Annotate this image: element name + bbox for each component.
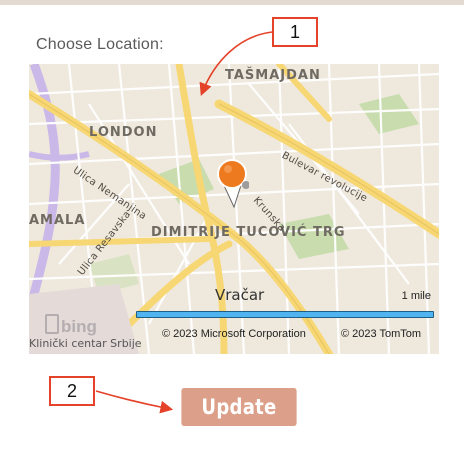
copyright-microsoft: © 2023 Microsoft Corporation xyxy=(162,328,306,340)
copyright-tomtom: © 2023 TomTom xyxy=(341,328,422,340)
annotation-callout-1: 1 xyxy=(272,17,318,47)
bing-logo-icon: bing xyxy=(45,314,97,337)
district-label-vracar: Vračar xyxy=(215,286,265,304)
poi-label-klinicki: Klinički centar Srbije xyxy=(29,337,142,350)
location-pin-icon[interactable] xyxy=(215,157,249,209)
annotation-callout-2: 2 xyxy=(49,376,95,406)
choose-location-label: Choose Location: xyxy=(36,36,164,53)
scale-bar xyxy=(136,311,434,318)
district-label-tasmajdan: TAŠMAJDAN xyxy=(225,68,321,83)
district-label-dimitrije: DIMITRIJE TUCOVIĆ TRG xyxy=(151,225,346,240)
location-map[interactable]: TAŠMAJDAN LONDON DIMITRIJE TUCOVIĆ TRG A… xyxy=(29,64,439,354)
update-button[interactable]: Update xyxy=(181,388,297,426)
scale-label: 1 mile xyxy=(401,290,431,302)
header-divider xyxy=(0,0,464,5)
district-label-amala: AMALA xyxy=(29,213,86,228)
district-label-london: LONDON xyxy=(89,125,158,140)
